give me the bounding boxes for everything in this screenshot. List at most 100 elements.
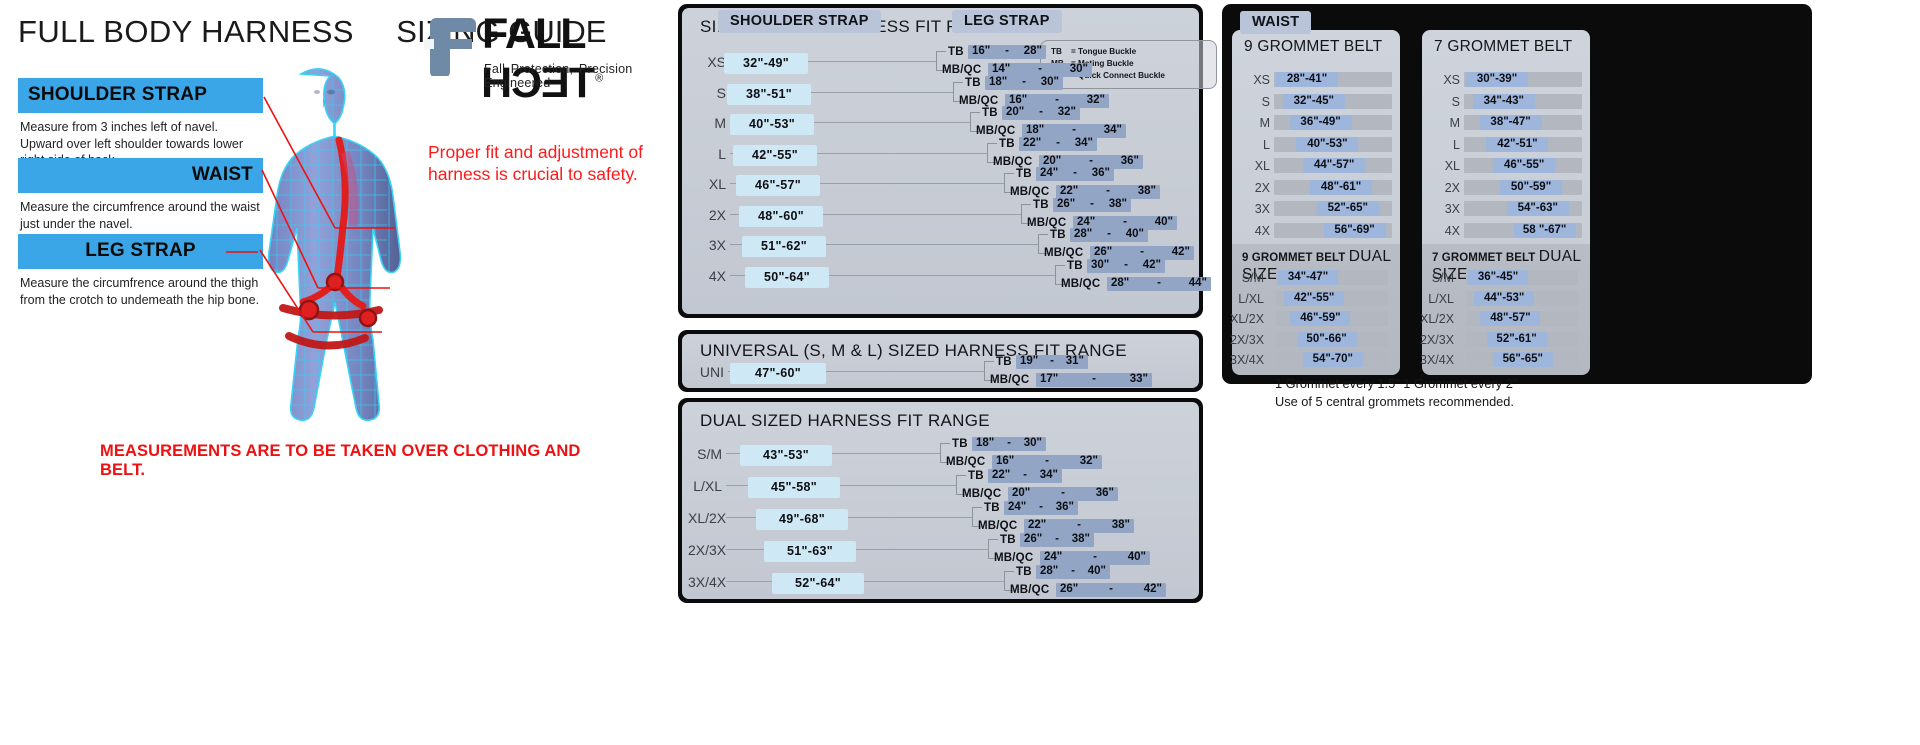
table-row: 3X/4X 52"-64" TB 28" -40" MB/QC 26" -42" [682,565,1199,597]
mbqc-range-bar: 26" - 42" [1056,583,1166,597]
grommet-note-line-1: 1 Grommet every 1.5" 1 Grommet every 2" [1275,376,1518,391]
row-bracket [970,112,980,132]
mbqc-label: MB/QC [962,488,1002,500]
tb-low-value: 30" [1091,258,1110,271]
table-row: XS 30"-39" [1422,72,1590,88]
belt-size-label: S/M [1431,271,1454,285]
belt-range-value: 46"-55" [1493,158,1556,173]
belt-size-label: M [1259,116,1270,130]
tb-low-value: 22" [992,469,1011,481]
belt-size-label: 4X [1444,223,1460,238]
belt-size-label: 3X [1254,202,1270,216]
mbqc-range-bar: 16" - 32" [992,455,1102,469]
mbqc-label: MB/QC [976,125,1016,137]
tb-range-bar: 20" - 32" [1002,106,1080,120]
tb-low-value: 19" [1020,355,1039,367]
belt-range-value: 58 "-67" [1513,222,1576,238]
tab-leg-strap[interactable]: LEG STRAP [952,10,1062,33]
table-row: 2X 48"-60" TB 26" - 38" MB/QC 24" - 40" [682,197,1199,230]
tb-dash: - [1124,258,1128,271]
tb-low-value: 24" [1008,501,1027,513]
mbqc-high-value: 30" [1069,63,1088,75]
shoulder-range-pill: 48"-60" [739,205,823,227]
mbqc-high-value: 32" [1086,93,1105,106]
row-size-label: S/M [697,446,722,462]
left-info-column: FULL BODY HARNESS SIZING GUIDE SHOULDER … [0,0,672,745]
belt-range-value: 34"-43" [1472,93,1535,109]
belt-range-value: 48"-57" [1480,311,1541,326]
table-row: S/M 43"-53" TB 18" -30" MB/QC 16" -32" [682,437,1199,469]
mbqc-dash: - [1092,373,1096,385]
harness-mannequin-illustration [205,60,440,430]
tb-range-bar: 19" -31" [1016,355,1088,369]
belt-size-label: S [1451,94,1460,109]
belt-size-label: XL [1444,159,1460,173]
belt-range-value: 28"-41" [1276,72,1338,87]
tb-label: TB [999,137,1015,150]
mbqc-dash: - [1038,63,1042,75]
belt-size-label: 3X/4X [1230,353,1265,367]
mbqc-low-value: 22" [1028,519,1047,531]
falltech-logo-mark [424,18,476,76]
tb-high-value: 36" [1091,167,1110,179]
belt-range-value: 40"-53" [1296,136,1359,152]
tb-dash: - [1071,565,1075,577]
mbqc-low-value: 18" [1026,124,1045,136]
belt-size-label: L [1453,137,1460,152]
tb-dash: - [1107,228,1111,240]
mbqc-label: MB/QC [994,552,1034,564]
shoulder-range-pill: 40"-53" [730,114,814,135]
row-bracket [956,475,966,495]
table-row: 3X/4X 54"-70" [1230,352,1400,368]
tb-high-value: 38" [1108,197,1127,210]
tb-dash: - [1055,533,1059,545]
belt-range-value: 44"-57" [1303,158,1366,173]
table-row: S 34"-43" [1422,93,1590,110]
tb-high-value: 40" [1087,565,1106,577]
belt-card-9-grommet: 9 GROMMET BELT XS 28"-41" S 32"-45" M 36"-49"… [1230,30,1400,375]
table-row: L/XL 45"-58" TB 22" -34" MB/QC 20" -36" [682,469,1199,501]
belt-size-label: L/XL [1238,291,1264,306]
table-row: XS 32"-49" TB 16" - 28" MB/QC 14" - 30" [682,45,1199,77]
table-row: L/XL 42"-55" [1232,290,1400,307]
tb-range-bar: 26" -38" [1020,533,1094,547]
waist-belt-panel: 9 GROMMET BELT XS 28"-41" S 32"-45" M 36"-49"… [1222,4,1812,384]
mbqc-dash: - [1093,551,1097,563]
row-bracket [1038,234,1048,254]
belt-range-value: 52"-65" [1316,201,1379,216]
shoulder-range-pill: 42"-55" [733,144,817,166]
mbqc-range-bar: 24" - 40" [1040,551,1150,565]
row-bracket [988,539,998,559]
mbqc-range-bar: 28" - 44" [1107,276,1211,291]
table-row: L 42"-55" TB 22" - 34" MB/QC 20" - 36" [682,136,1199,169]
tab-waist[interactable]: WAIST [1240,11,1312,34]
belt-range-value: 42"-51" [1486,136,1549,152]
belt-size-label: S/M [1241,271,1264,285]
table-row: 2X/3X 51"-63" TB 26" -38" MB/QC 24" -40" [682,533,1199,565]
mbqc-high-value: 36" [1120,154,1139,167]
tb-range-bar: 28" -40" [1070,228,1148,242]
mbqc-dash: - [1055,93,1059,106]
shoulder-range-pill: 32"-49" [724,53,808,74]
table-row: S/M 36"-45" [1422,270,1590,286]
table-row: 3X/4X 56"-65" [1420,352,1590,368]
table-row: L 40"-53" [1232,136,1400,153]
mbqc-low-value: 24" [1077,215,1096,228]
shoulder-range-pill: 51"-63" [764,541,856,562]
tb-range-bar: 28" -40" [1036,565,1110,579]
tab-shoulder-strap[interactable]: SHOULDER STRAP [718,10,881,33]
mbqc-low-value: 26" [1060,583,1079,595]
tb-range-bar: 18" -30" [972,437,1046,451]
tb-low-value: 18" [976,437,995,449]
dual-panel-title: DUAL SIZED HARNESS FIT RANGE [700,411,990,430]
tb-range-bar: 18" -30" [985,75,1063,90]
row-size-label: XS [707,54,726,70]
belt-size-label: XS [1253,73,1270,87]
mbqc-high-value: 40" [1127,551,1146,563]
table-row: S 38"-51" TB 18" - 30" MB/QC 16" - 32" [682,75,1199,108]
row-size-label: XL/2X [688,510,727,526]
shoulder-range-pill: 52"-64" [772,573,864,594]
tb-dash: - [1039,106,1043,118]
tb-label: TB [968,470,984,482]
table-row: 4X 56"-69" [1232,222,1400,239]
